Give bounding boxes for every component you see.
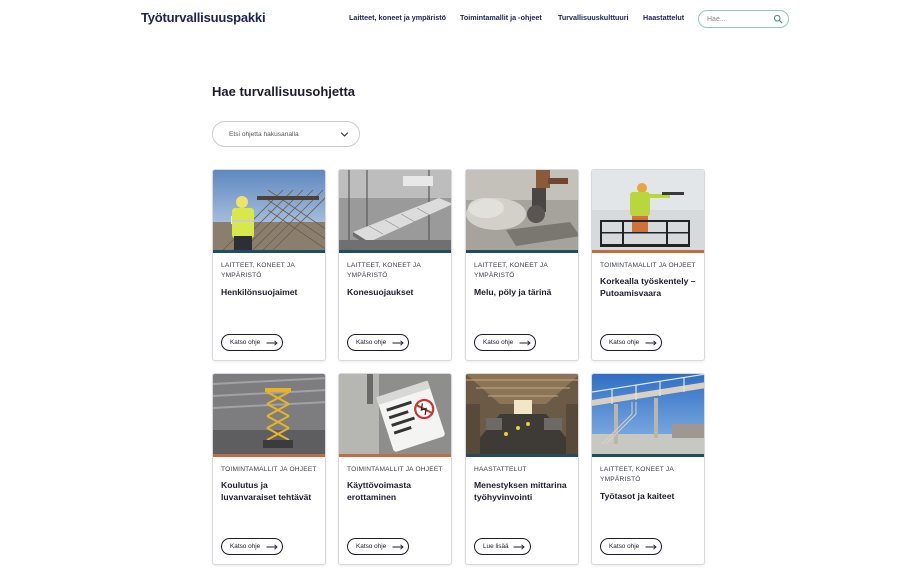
arrow-right-icon [392, 340, 404, 346]
card-title: Koulutus ja luvanvaraiset tehtävät [221, 480, 312, 502]
card-image-aerial-lift [592, 170, 704, 250]
nav-item-haastattelut[interactable]: Haastattelut [643, 13, 684, 22]
card-title: Käyttövoimasta erottaminen [347, 480, 411, 502]
guide-card-menestyksen-mittarina[interactable]: Haastattelut Menestyksen mittarina työhy… [465, 373, 579, 565]
card-title: Melu, pöly ja tärinä [474, 287, 552, 297]
card-category: Toimintamallit ja ohjeet [347, 466, 443, 473]
read-more-button[interactable]: Lue lisää [474, 538, 531, 555]
card-image-lockout-tag [339, 374, 451, 454]
arrow-right-icon [513, 544, 525, 550]
dropdown-placeholder: Etsi ohjetta hakusanalla [229, 131, 299, 138]
card-title: Korkealla työskentely – Putoamisvaara [600, 276, 696, 298]
card-category: Toimintamallit ja ohjeet [221, 466, 317, 473]
guide-card-henkilonsuojaimet[interactable]: Laitteet, koneet ja ympäristö Henkilönsu… [212, 169, 326, 361]
guide-card-korkealla-tyoskentely[interactable]: Toimintamallit ja ohjeet Korkealla työsk… [591, 169, 705, 361]
view-guide-button[interactable]: Katso ohje [474, 334, 536, 351]
card-category: Haastattelut [474, 466, 527, 473]
card-title: Menestyksen mittarina työhyvinvointi [474, 480, 567, 502]
guide-card-koulutus[interactable]: Toimintamallit ja ohjeet Koulutus ja luv… [212, 373, 326, 565]
card-title: Työtasot ja kaiteet [600, 491, 675, 501]
button-label: Katso ohje [609, 338, 640, 346]
guide-search-dropdown[interactable]: Etsi ohjetta hakusanalla [212, 121, 360, 147]
nav-item-toimintamallit[interactable]: Toimintamallit ja -ohjeet [460, 13, 542, 22]
search-input[interactable] [707, 14, 771, 24]
card-category: Laitteet, koneet ja ympäristö [347, 262, 421, 279]
page-title: Hae turvallisuusohjetta [212, 84, 356, 99]
button-label: Katso ohje [609, 542, 640, 550]
view-guide-button[interactable]: Katso ohje [600, 538, 662, 555]
button-label: Lue lisää [483, 542, 509, 550]
search-icon[interactable] [773, 14, 783, 24]
view-guide-button[interactable]: Katso ohje [347, 334, 409, 351]
card-accent-stripe [339, 250, 451, 253]
card-category: Toimintamallit ja ohjeet [600, 262, 696, 269]
card-image-factory-hall [466, 374, 578, 454]
card-title: Henkilönsuojaimet [221, 287, 298, 297]
nav-item-turvallisuuskulttuuri[interactable]: Turvallisuuskulttuuri [558, 13, 629, 22]
card-category: Laitteet, koneet ja ympäristö [474, 262, 548, 279]
arrow-right-icon [266, 544, 278, 550]
card-category: Laitteet, koneet ja ympäristö [221, 262, 295, 279]
guide-card-tyotasot-ja-kaiteet[interactable]: Laitteet, koneet ja ympäristö Työtasot j… [591, 373, 705, 565]
search-box [698, 10, 789, 28]
guide-card-konesuojaukset[interactable]: Laitteet, koneet ja ympäristö Konesuojau… [338, 169, 452, 361]
card-category: Laitteet, koneet ja ympäristö [600, 466, 674, 483]
button-label: Katso ohje [356, 542, 387, 550]
card-accent-stripe [339, 454, 451, 457]
guide-card-melu-poly-tarina[interactable]: Laitteet, koneet ja ympäristö Melu, pöly… [465, 169, 579, 361]
view-guide-button[interactable]: Katso ohje [221, 538, 283, 555]
card-accent-stripe [213, 250, 325, 253]
card-accent-stripe [213, 454, 325, 457]
site-header: Työturvallisuuspakki Laitteet, koneet ja… [0, 0, 920, 38]
card-accent-stripe [592, 454, 704, 457]
arrow-right-icon [645, 340, 657, 346]
card-title: Konesuojaukset [347, 287, 414, 297]
view-guide-button[interactable]: Katso ohje [347, 538, 409, 555]
card-image-walkway-railings [592, 374, 704, 454]
button-label: Katso ohje [483, 338, 514, 346]
card-accent-stripe [466, 250, 578, 253]
arrow-right-icon [266, 340, 278, 346]
card-accent-stripe [466, 454, 578, 457]
guide-card-kayttovoimasta-erottaminen[interactable]: Toimintamallit ja ohjeet Käyttövoimasta … [338, 373, 452, 565]
card-image-concrete-cutting [466, 170, 578, 250]
nav-item-laitteet[interactable]: Laitteet, koneet ja ympäristö [349, 13, 446, 22]
button-label: Katso ohje [230, 542, 261, 550]
arrow-right-icon [645, 544, 657, 550]
chevron-down-icon [340, 132, 349, 137]
button-label: Katso ohje [230, 338, 261, 346]
card-image-worker-construction [213, 170, 325, 250]
button-label: Katso ohje [356, 338, 387, 346]
view-guide-button[interactable]: Katso ohje [221, 334, 283, 351]
card-image-conveyor [339, 170, 451, 250]
arrow-right-icon [392, 544, 404, 550]
card-accent-stripe [592, 250, 704, 253]
site-logo[interactable]: Työturvallisuuspakki [141, 10, 266, 25]
arrow-right-icon [519, 340, 531, 346]
view-guide-button[interactable]: Katso ohje [600, 334, 662, 351]
card-image-scissor-lift [213, 374, 325, 454]
